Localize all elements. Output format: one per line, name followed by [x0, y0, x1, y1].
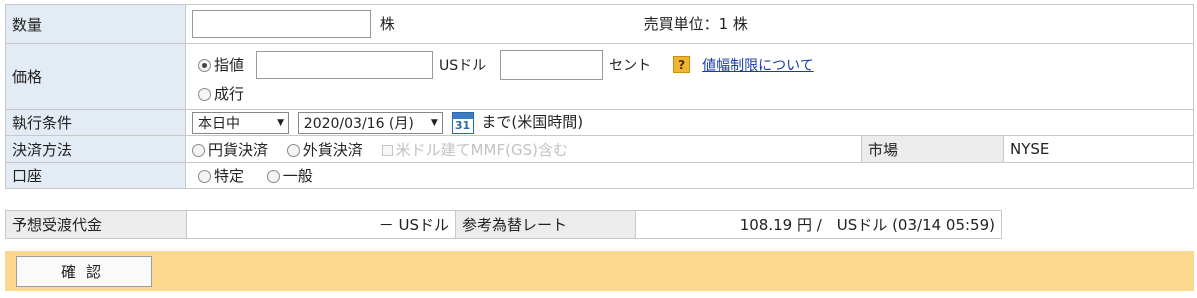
- limit-order-option[interactable]: 指値: [198, 54, 244, 75]
- quantity-unit: 株: [379, 14, 395, 33]
- limit-radio[interactable]: [198, 59, 211, 72]
- general-radio[interactable]: [266, 170, 280, 183]
- expiry-date-select[interactable]: 2020/03/16 (月) ▼: [297, 111, 443, 134]
- order-form: 数量 株 売買単位：1 株 価格 指値 USドル セント ? 値幅制限について …: [0, 0, 1197, 298]
- quantity-label: 数量: [5, 4, 186, 44]
- execution-label: 執行条件: [5, 109, 186, 136]
- foreign-radio[interactable]: [286, 143, 300, 157]
- price-limit-link[interactable]: 値幅制限について: [702, 55, 814, 75]
- calendar-icon[interactable]: 31: [451, 111, 474, 134]
- quantity-row: 数量 株 売買単位：1 株: [5, 4, 1194, 44]
- limit-label: 指値: [214, 56, 245, 74]
- chevron-down-icon: ▼: [277, 117, 284, 128]
- execution-condition-select[interactable]: 本日中 ▼: [192, 111, 289, 134]
- confirm-bar: 確認: [5, 251, 1194, 291]
- specific-account-option[interactable]: 特定: [198, 167, 244, 185]
- settlement-label: 決済方法: [5, 135, 186, 163]
- chevron-down-icon: ▼: [430, 117, 438, 128]
- mmf-checkbox: [381, 144, 393, 156]
- market-label: 市場: [861, 135, 1004, 163]
- order-table: 数量 株 売買単位：1 株 価格 指値 USドル セント ? 値幅制限について …: [5, 4, 1194, 189]
- price-label: 価格: [5, 43, 186, 110]
- mmf-option: 米ドル建てMMF(GS)含む: [381, 141, 568, 159]
- confirm-button[interactable]: 確認: [16, 256, 152, 287]
- until-text: まで(米国時間): [481, 113, 584, 132]
- quantity-input[interactable]: [192, 10, 371, 38]
- help-icon[interactable]: ?: [673, 56, 691, 73]
- price-row: 価格 指値 USドル セント ? 値幅制限について 成行: [5, 43, 1194, 110]
- execution-row: 執行条件 本日中 ▼ 2020/03/16 (月) ▼ 31 まで(米国時間): [5, 109, 1194, 136]
- settlement-row: 決済方法 円貨決済 外貨決済 米ドル建てMMF(GS)含む 市場 NYSE: [5, 135, 1194, 163]
- market-order-option[interactable]: 成行: [198, 83, 244, 104]
- specific-radio[interactable]: [198, 170, 211, 183]
- market-value: NYSE: [1003, 135, 1194, 163]
- dollar-unit: USドル: [439, 57, 487, 74]
- trade-unit-text: 売買単位：1 株: [643, 14, 748, 33]
- yen-radio[interactable]: [192, 143, 205, 157]
- price-dollar-input[interactable]: [256, 50, 434, 79]
- foreign-settlement-option[interactable]: 外貨決済: [286, 141, 363, 159]
- rate-value: 108.19 円 / USドル (03/14 05:59): [635, 210, 1002, 239]
- rate-label: 参考為替レート: [455, 210, 636, 239]
- yen-settlement-option[interactable]: 円貨決済: [192, 141, 268, 159]
- general-account-option[interactable]: 一般: [266, 167, 313, 185]
- estimate-table: 予想受渡代金 － USドル 参考為替レート 108.19 円 / USドル (0…: [5, 210, 1002, 239]
- market-radio[interactable]: [198, 88, 211, 101]
- account-label: 口座: [5, 162, 186, 189]
- market-label: 成行: [214, 85, 245, 103]
- estimate-value: － USドル: [186, 210, 456, 239]
- account-row: 口座 特定 一般: [5, 162, 1194, 189]
- price-cent-input[interactable]: [500, 49, 604, 80]
- cent-unit: セント: [609, 57, 652, 74]
- estimate-label: 予想受渡代金: [5, 210, 187, 239]
